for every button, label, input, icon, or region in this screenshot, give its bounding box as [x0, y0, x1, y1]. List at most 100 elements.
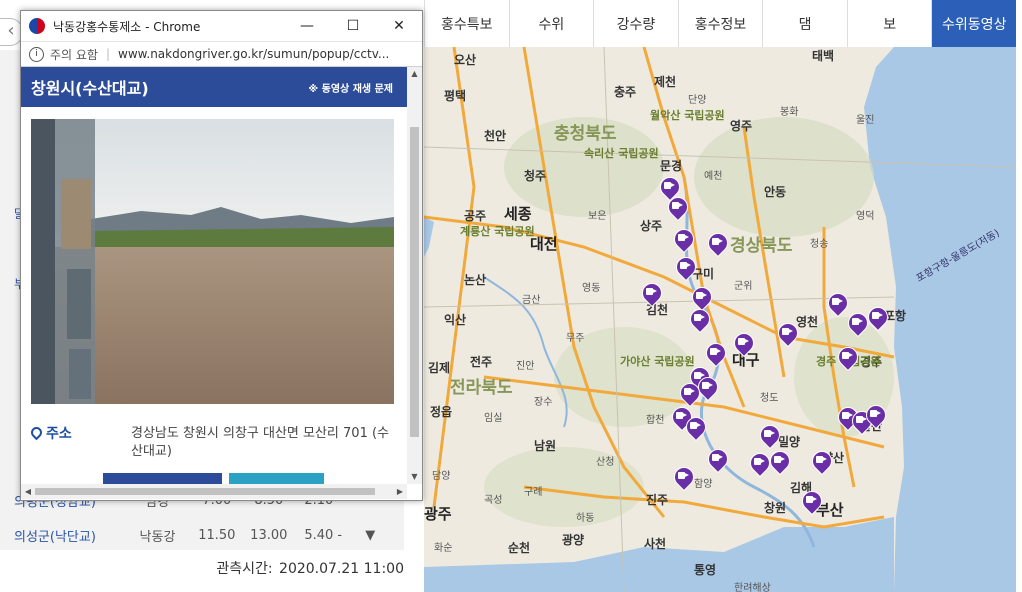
- tab-weir[interactable]: 보: [846, 0, 932, 47]
- cctv-marker[interactable]: [729, 328, 759, 358]
- video-camera-icon: [678, 472, 689, 479]
- cctv-marker[interactable]: [681, 412, 711, 442]
- cctv-video-player[interactable]: [31, 119, 394, 404]
- scroll-left-arrow-icon[interactable]: ◀: [21, 484, 35, 499]
- station-title: 창원시(수산대교): [31, 79, 149, 98]
- video-camera-icon: [832, 298, 843, 305]
- cctv-marker[interactable]: [663, 192, 693, 222]
- playback-issue-link[interactable]: ※ 동영상 재생 문제: [308, 80, 393, 95]
- map-park-label: 가야산 국립공원: [620, 355, 695, 368]
- cctv-marker[interactable]: [773, 318, 803, 348]
- station-name[interactable]: 의성군(낙단교): [14, 526, 123, 545]
- address-divider: |: [105, 47, 111, 61]
- cctv-marker[interactable]: [701, 338, 731, 368]
- map-city-label: 청송: [810, 239, 829, 250]
- close-button[interactable]: ✕: [376, 11, 422, 41]
- video-camera-icon: [678, 234, 689, 241]
- address-value: 경상남도 창원시 의창구 대산면 모산리 701 (수산대교): [131, 426, 389, 459]
- cctv-marker[interactable]: [637, 278, 667, 308]
- cctv-marker[interactable]: [833, 342, 863, 372]
- cctv-marker[interactable]: [703, 444, 733, 474]
- security-warning[interactable]: 주의 요함: [50, 46, 98, 63]
- popup-horizontal-scrollbar[interactable]: ◀ ▶: [21, 484, 407, 499]
- video-camera-icon: [816, 456, 827, 463]
- map-city-label: 보은: [588, 211, 607, 222]
- info-icon[interactable]: i: [29, 46, 44, 62]
- cctv-popup-window: 낙동강홍수통제소 - Chrome — ☐ ✕ i 주의 요함 | www.na…: [20, 10, 423, 501]
- video-camera-icon: [690, 422, 701, 429]
- video-camera-icon: [764, 430, 775, 437]
- map-city-label: 진안: [516, 361, 535, 372]
- map-city-label: 정읍: [430, 405, 453, 419]
- scroll-right-arrow-icon[interactable]: ▶: [393, 484, 407, 499]
- cctv-marker[interactable]: [685, 304, 715, 334]
- scroll-down-arrow-icon[interactable]: ▼: [407, 470, 422, 484]
- map-city-label: 통영: [694, 563, 717, 577]
- table-row[interactable]: 의성군(낙단교) 낙동강 11.50 13.00 5.40 - ▼: [14, 520, 390, 550]
- popup-titlebar[interactable]: 낙동강홍수통제소 - Chrome — ☐ ✕: [21, 11, 422, 41]
- map-city-label: 창원: [764, 501, 787, 515]
- cctv-marker[interactable]: [745, 448, 775, 478]
- scroll-thumb[interactable]: [410, 127, 419, 437]
- popup-url[interactable]: www.nakdongriver.go.kr/sumun/popup/cctv.…: [118, 47, 408, 61]
- cctv-marker[interactable]: [669, 224, 699, 254]
- primary-action-button[interactable]: [103, 473, 222, 484]
- minimize-button[interactable]: —: [284, 11, 330, 41]
- tab-rainfall[interactable]: 강수량: [593, 0, 678, 47]
- map-city-label: 장수: [534, 397, 553, 408]
- map-city-label: 예천: [704, 171, 723, 182]
- map-city-label: 영덕: [856, 211, 875, 222]
- cctv-marker[interactable]: [669, 462, 699, 492]
- map-city-label: 광양: [562, 533, 585, 547]
- secondary-action-button[interactable]: [229, 473, 324, 484]
- popup-vertical-scrollbar[interactable]: ▲ ▼: [407, 67, 422, 484]
- video-camera-icon: [842, 412, 853, 419]
- cctv-marker[interactable]: [823, 288, 853, 318]
- location-pin-icon: [28, 424, 45, 441]
- video-camera-icon: [680, 262, 691, 269]
- map-city-label: 단양: [688, 95, 707, 106]
- video-camera-icon: [646, 288, 657, 295]
- map-region-label: 충청북도: [554, 124, 617, 144]
- map-city-label: 상주: [640, 219, 663, 233]
- map-region-label: 전라북도: [450, 378, 513, 398]
- tab-water-level[interactable]: 수위: [508, 0, 594, 47]
- popup-window-title: 낙동강홍수통제소 - Chrome: [53, 19, 201, 34]
- map-city-label: 군위: [734, 281, 753, 292]
- cctv-marker[interactable]: [755, 420, 785, 450]
- cctv-marker[interactable]: [797, 486, 827, 516]
- map-city-label: 평택: [444, 89, 467, 103]
- cctv-marker[interactable]: [693, 372, 723, 402]
- popup-address-bar[interactable]: i 주의 요함 | www.nakdongriver.go.kr/sumun/p…: [21, 41, 422, 67]
- scroll-up-arrow-icon[interactable]: ▲: [407, 67, 422, 81]
- cctv-marker[interactable]: [671, 252, 701, 282]
- map-city-label: 김제: [428, 361, 451, 375]
- observation-time-value: 2020.07.21 11:00: [279, 561, 404, 577]
- map-city-label: 하동: [576, 513, 595, 524]
- scroll-thumb[interactable]: [35, 488, 375, 495]
- cctv-marker[interactable]: [675, 378, 705, 408]
- tab-dam[interactable]: 댐: [762, 0, 847, 47]
- level-value: 5.40 -: [304, 527, 343, 543]
- cctv-marker[interactable]: [765, 446, 795, 476]
- video-camera-icon: [696, 292, 707, 299]
- map-city-label: 구례: [524, 487, 543, 498]
- cctv-marker[interactable]: [843, 308, 873, 338]
- cctv-marker[interactable]: [861, 400, 891, 430]
- cctv-marker[interactable]: [687, 282, 717, 312]
- map-city-label: 오산: [454, 53, 477, 67]
- cctv-marker[interactable]: [807, 446, 837, 476]
- tab-water-level-video[interactable]: 수위동영상: [931, 0, 1017, 47]
- video-camera-icon: [870, 410, 881, 417]
- map-canvas: [424, 47, 1016, 592]
- tab-flood-warning[interactable]: 홍수특보: [424, 0, 509, 47]
- video-camera-icon: [694, 314, 705, 321]
- level-value: 13.00: [250, 527, 288, 543]
- cctv-marker[interactable]: [863, 302, 893, 332]
- map-view[interactable]: 오산 제천 태백 평택 충주 단양 봉화 천안 충청북도 월악산 국립공원 영주…: [424, 47, 1016, 592]
- map-city-label: 전주: [470, 355, 493, 369]
- maximize-button[interactable]: ☐: [330, 11, 376, 41]
- map-city-label: 영동: [582, 283, 601, 294]
- tab-flood-info[interactable]: 홍수정보: [677, 0, 763, 47]
- cctv-marker[interactable]: [703, 228, 733, 258]
